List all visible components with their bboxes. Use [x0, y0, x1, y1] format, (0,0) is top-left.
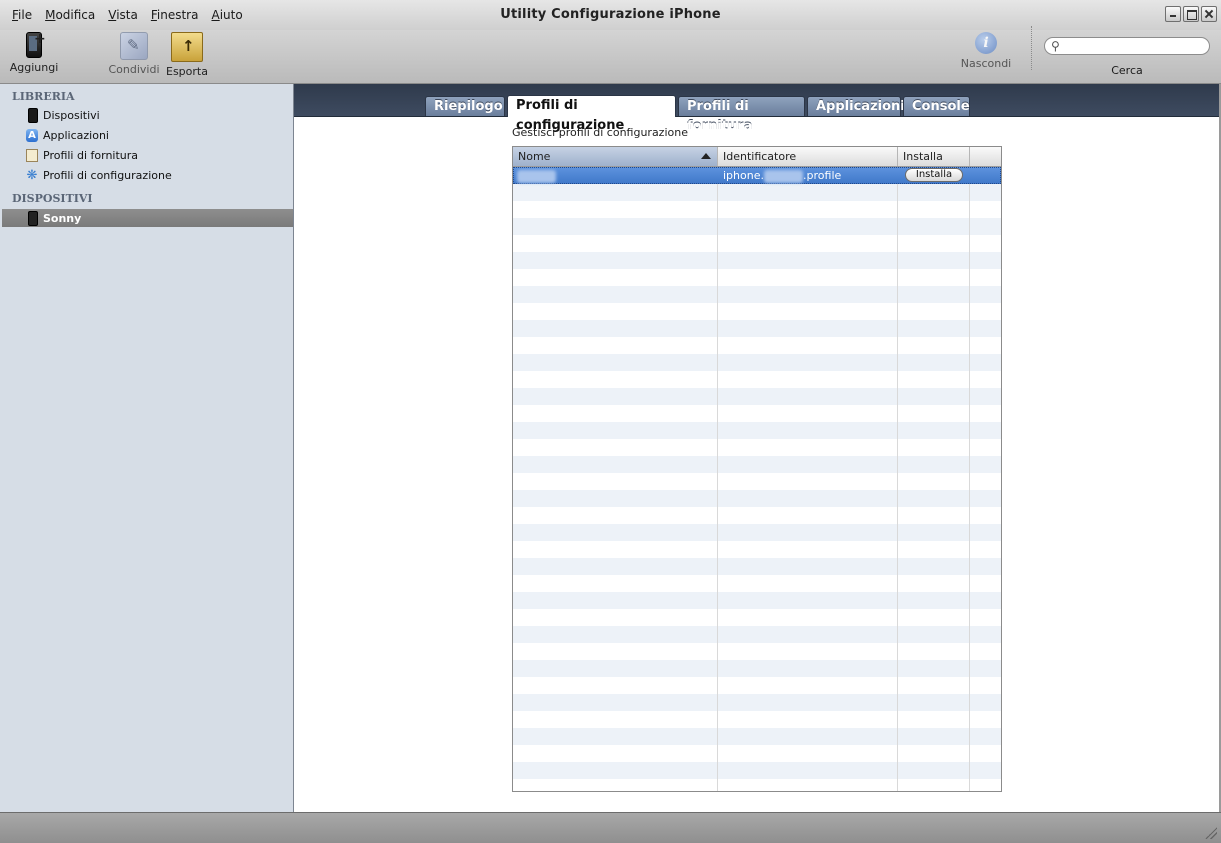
column-header-empty	[970, 147, 1001, 166]
iphone-icon	[28, 210, 38, 226]
toolbar-separator	[1031, 26, 1032, 70]
plus-icon: +	[34, 31, 46, 47]
tab-profili-configurazione[interactable]: Profili di configurazione	[507, 95, 676, 133]
app-store-icon: A	[26, 128, 38, 142]
sidebar: LIBRERIA Dispositivi A Applicazioni Prof…	[0, 84, 294, 812]
sidebar-item-device-sonny[interactable]: Sonny	[2, 209, 293, 227]
info-icon: i	[975, 32, 997, 54]
table-row[interactable]: xxxxxx iphone.xxxxxx.profile Installa	[513, 167, 1001, 184]
toolbar: + Aggiungi Condividi Esporta i Nascondi …	[0, 26, 1221, 84]
sidebar-item-profili-fornitura[interactable]: Profili di fornitura	[26, 146, 286, 164]
window-title: Utility Configurazione iPhone	[500, 7, 721, 22]
hide-button[interactable]: i Nascondi	[960, 32, 1012, 70]
title-bar: File Modifica Vista Finestra Aiuto Utili…	[0, 0, 1221, 30]
status-bar	[0, 812, 1221, 843]
gear-badge-icon: ❋	[26, 167, 38, 183]
redacted-name: xxxxxx	[517, 169, 557, 183]
export-box-icon	[171, 32, 203, 62]
close-button[interactable]	[1201, 6, 1217, 22]
column-header-label: Nome	[518, 150, 551, 163]
redacted-identifier: xxxxxx	[763, 169, 804, 183]
hide-label: Nascondi	[960, 57, 1012, 70]
column-header-label: Installa	[903, 150, 943, 163]
share-button[interactable]: Condividi	[108, 32, 160, 76]
library-header: LIBRERIA	[12, 90, 75, 103]
sidebar-item-label: Profili di fornitura	[43, 148, 139, 162]
search-field[interactable]: ⚲	[1044, 37, 1210, 55]
sidebar-item-profili-configurazione[interactable]: ❋ Profili di configurazione	[26, 166, 286, 184]
search-label: Cerca	[1111, 64, 1143, 77]
share-label: Condividi	[108, 63, 160, 76]
column-header-installa[interactable]: Installa	[898, 147, 970, 166]
table-header: Nome Identificatore Installa	[513, 147, 1001, 167]
provisioning-profile-icon	[26, 148, 38, 162]
resize-grip-icon[interactable]	[1205, 827, 1217, 839]
main-panel: Riepilogo Profili di configurazione Prof…	[294, 84, 1219, 812]
profiles-table: Nome Identificatore Installa xxxxxx ipho…	[512, 146, 1002, 792]
minimize-button[interactable]	[1165, 6, 1181, 22]
column-header-nome[interactable]: Nome	[513, 147, 718, 166]
identifier-prefix: iphone.	[723, 169, 764, 182]
sidebar-item-label: Sonny	[43, 211, 82, 225]
maximize-button[interactable]	[1183, 6, 1199, 22]
tab-riepilogo[interactable]: Riepilogo	[425, 96, 505, 116]
cell-nome: xxxxxx	[517, 167, 557, 184]
section-title: Gestisci profili di configurazione	[512, 126, 688, 139]
sidebar-item-label: Profili di configurazione	[43, 168, 172, 182]
column-header-identificatore[interactable]: Identificatore	[718, 147, 898, 166]
column-header-label: Identificatore	[723, 150, 797, 163]
tab-profili-fornitura[interactable]: Profili di fornitura	[678, 96, 805, 134]
tab-console[interactable]: Console	[903, 96, 970, 116]
identifier-suffix: .profile	[803, 169, 842, 182]
sort-ascending-icon	[701, 153, 711, 159]
export-label: Esporta	[166, 65, 208, 78]
export-button[interactable]: Esporta	[164, 32, 210, 78]
cell-identificatore: iphone.xxxxxx.profile	[723, 167, 841, 184]
window-controls	[1165, 6, 1217, 22]
search-icon: ⚲	[1051, 39, 1060, 53]
column-divider	[717, 167, 718, 791]
sidebar-item-applicazioni[interactable]: A Applicazioni	[26, 126, 286, 144]
add-button[interactable]: + Aggiungi	[8, 32, 60, 74]
iphone-icon	[28, 107, 38, 123]
install-button[interactable]: Installa	[905, 168, 963, 182]
search-input[interactable]	[1065, 39, 1203, 53]
add-label: Aggiungi	[9, 61, 59, 74]
devices-header: DISPOSITIVI	[12, 192, 93, 205]
tab-bar: Riepilogo Profili di configurazione Prof…	[294, 84, 1219, 134]
table-body[interactable]: xxxxxx iphone.xxxxxx.profile Installa	[513, 167, 1001, 791]
tab-applicazioni[interactable]: Applicazioni	[807, 96, 905, 116]
sidebar-item-label: Dispositivi	[43, 108, 100, 122]
sidebar-item-label: Applicazioni	[43, 128, 109, 142]
share-icon	[120, 32, 148, 60]
sidebar-item-dispositivi[interactable]: Dispositivi	[26, 106, 286, 124]
column-divider	[969, 167, 970, 791]
column-divider	[897, 167, 898, 791]
